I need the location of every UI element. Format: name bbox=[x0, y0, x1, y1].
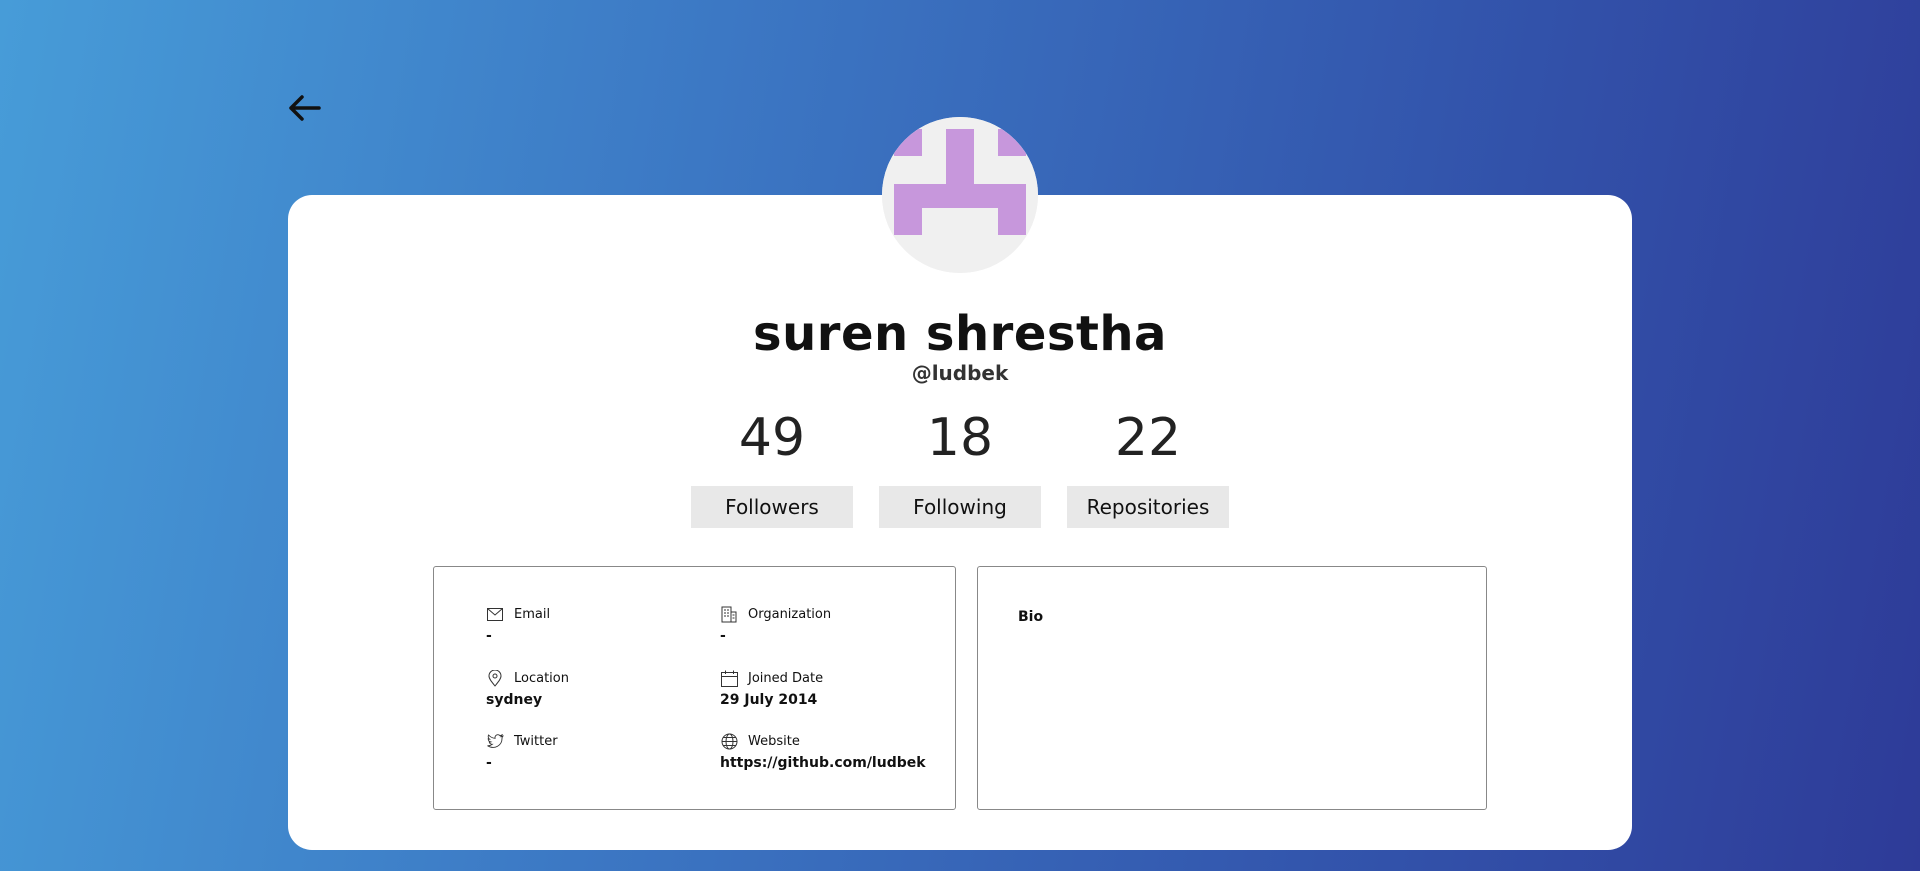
joined-value: 29 July 2014 bbox=[720, 692, 818, 708]
email-label: Email bbox=[514, 606, 551, 622]
mail-icon bbox=[486, 605, 504, 623]
twitter-label: Twitter bbox=[514, 733, 558, 749]
bio-panel: Bio bbox=[977, 566, 1487, 810]
bio-title: Bio bbox=[1018, 609, 1044, 625]
location-pin-icon bbox=[486, 669, 504, 687]
arrow-left-icon bbox=[289, 95, 321, 121]
calendar-icon bbox=[720, 669, 738, 687]
organization-label: Organization bbox=[748, 606, 832, 622]
globe-icon bbox=[720, 732, 738, 750]
repositories-button[interactable]: Repositories bbox=[1067, 486, 1229, 528]
location-label: Location bbox=[514, 670, 569, 686]
website-link[interactable]: https://github.com/ludbek bbox=[720, 755, 926, 771]
back-button[interactable] bbox=[284, 88, 324, 128]
location-item: Location sydney bbox=[486, 668, 569, 708]
twitter-item: Twitter - bbox=[486, 731, 558, 772]
building-icon bbox=[720, 605, 738, 623]
followers-button[interactable]: Followers bbox=[691, 486, 853, 528]
following-count: 18 bbox=[926, 408, 994, 468]
profile-login: @ludbek bbox=[911, 361, 1009, 385]
email-item: Email - bbox=[486, 604, 551, 645]
location-value: sydney bbox=[486, 692, 543, 708]
website-label: Website bbox=[748, 733, 800, 749]
profile-name: suren shrestha bbox=[753, 306, 1167, 362]
organization-item: Organization - bbox=[720, 604, 831, 644]
joined-label: Joined Date bbox=[748, 670, 824, 686]
joined-item: Joined Date 29 July 2014 bbox=[720, 668, 823, 708]
avatar bbox=[882, 117, 1038, 273]
repositories-count: 22 bbox=[1114, 408, 1182, 468]
twitter-icon bbox=[486, 732, 504, 750]
email-value: - bbox=[486, 628, 492, 644]
followers-count: 49 bbox=[738, 408, 806, 468]
organization-value: - bbox=[720, 628, 726, 644]
twitter-value: - bbox=[486, 755, 492, 771]
website-item: Website https://github.com/ludbek bbox=[720, 731, 926, 771]
identicon-image bbox=[882, 117, 1038, 273]
following-button[interactable]: Following bbox=[879, 486, 1041, 528]
info-panel: Email - Organization - Location sydney J… bbox=[433, 566, 956, 810]
